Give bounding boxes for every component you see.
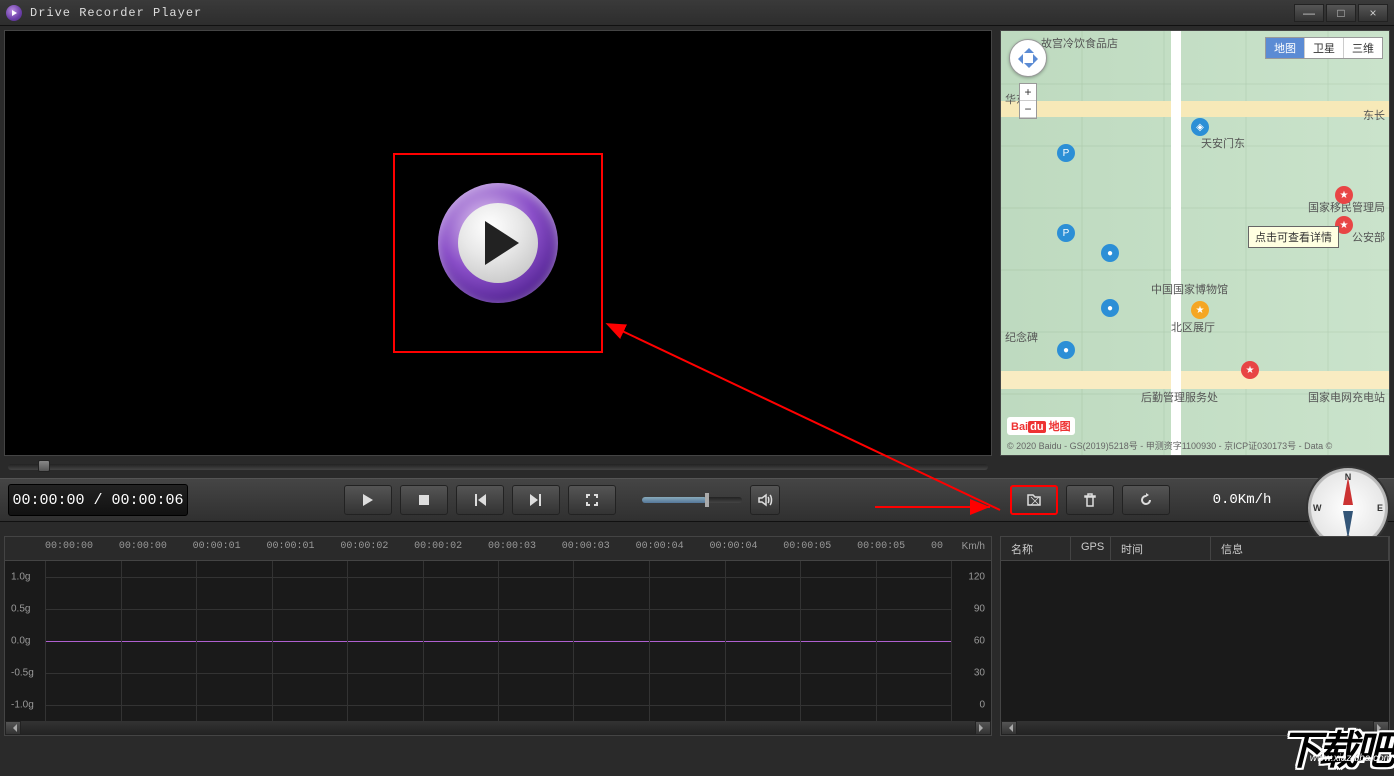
zoom-out-button[interactable]: − xyxy=(1020,101,1036,118)
play-logo-icon xyxy=(438,183,558,303)
stop-button[interactable] xyxy=(400,485,448,515)
speed-display: 0.0Km/h xyxy=(1196,492,1288,508)
poi-icon[interactable]: P xyxy=(1057,224,1075,242)
fullscreen-button[interactable] xyxy=(568,485,616,515)
video-player[interactable] xyxy=(4,30,992,456)
poi-icon[interactable]: ★ xyxy=(1191,301,1209,319)
seek-slider[interactable] xyxy=(8,464,988,470)
poi-icon[interactable]: ● xyxy=(1101,244,1119,262)
playlist-header: 名称 GPS 时间 信息 xyxy=(1001,537,1389,561)
map-label: 北区展厅 xyxy=(1171,319,1215,335)
poi-icon[interactable]: P xyxy=(1057,144,1075,162)
map-copyright: © 2020 Baidu - GS(2019)5218号 - 甲测资字11009… xyxy=(1007,439,1389,452)
next-button[interactable] xyxy=(512,485,560,515)
map-pan-control[interactable] xyxy=(1009,39,1047,77)
gsensor-time-labels: 00:00:00 00:00:00 00:00:01 00:00:01 00:0… xyxy=(45,541,943,552)
metro-icon[interactable]: ◈ xyxy=(1191,118,1209,136)
app-title: Drive Recorder Player xyxy=(30,6,202,20)
col-name[interactable]: 名称 xyxy=(1001,537,1071,560)
map-type-3d[interactable]: 三维 xyxy=(1343,38,1382,58)
map-poi-label: 故宫冷饮食品店 xyxy=(1041,35,1118,51)
prev-button[interactable] xyxy=(456,485,504,515)
map-type-satellite[interactable]: 卫星 xyxy=(1304,38,1343,58)
map-tooltip: 点击可查看详情 xyxy=(1248,226,1339,248)
watermark-url: www.xiazaiba.com xyxy=(1310,753,1392,764)
map-road-label: 东长 xyxy=(1363,107,1385,123)
watermark-text: 下载吧 xyxy=(1281,718,1392,776)
control-bar: 00:00:00 / 00:00:06 0.0Km/h xyxy=(0,478,1394,522)
scroll-left-button[interactable] xyxy=(1001,721,1017,735)
open-file-button[interactable] xyxy=(1010,485,1058,515)
map-museum-label: 中国国家博物馆 xyxy=(1151,281,1228,297)
volume-slider[interactable] xyxy=(642,497,742,503)
gsensor-kmh-label: Km/h xyxy=(962,541,985,552)
baidu-logo: Baidu 地图 xyxy=(1007,417,1075,435)
titlebar: Drive Recorder Player — □ × xyxy=(0,0,1394,26)
col-gps[interactable]: GPS xyxy=(1071,537,1111,560)
map-label: 纪念碑 xyxy=(1005,329,1038,345)
map-label: 国家电网充电站 xyxy=(1308,389,1385,405)
gsensor-scrollbar[interactable] xyxy=(5,721,991,735)
col-time[interactable]: 时间 xyxy=(1111,537,1211,560)
delete-button[interactable] xyxy=(1066,485,1114,515)
refresh-button[interactable] xyxy=(1122,485,1170,515)
poi-icon[interactable]: ★ xyxy=(1335,186,1353,204)
poi-icon[interactable]: ● xyxy=(1101,299,1119,317)
playlist-panel: 名称 GPS 时间 信息 xyxy=(1000,536,1390,736)
scroll-left-button[interactable] xyxy=(5,721,21,735)
maximize-button[interactable]: □ xyxy=(1326,4,1356,22)
time-display: 00:00:00 / 00:00:06 xyxy=(8,484,188,516)
app-icon xyxy=(6,5,22,21)
map-type-map[interactable]: 地图 xyxy=(1266,38,1304,58)
map-zoom-control[interactable]: + − xyxy=(1019,83,1037,119)
map-label: 公安部 xyxy=(1352,229,1385,245)
poi-icon[interactable]: ★ xyxy=(1241,361,1259,379)
playlist-body[interactable] xyxy=(1001,561,1389,721)
gsensor-chart: 00:00:00 00:00:00 00:00:01 00:00:01 00:0… xyxy=(4,536,992,736)
close-button[interactable]: × xyxy=(1358,4,1388,22)
map-label: 后勤管理服务处 xyxy=(1141,389,1218,405)
map-station-label: 天安门东 xyxy=(1201,135,1245,151)
zoom-in-button[interactable]: + xyxy=(1020,84,1036,101)
minimize-button[interactable]: — xyxy=(1294,4,1324,22)
seek-thumb[interactable] xyxy=(38,460,50,472)
map-panel[interactable]: 故宫冷饮食品店 东长 华东 天安门东 中国国家博物馆 北区展厅 纪念碑 后勤管理… xyxy=(1000,30,1390,456)
poi-icon[interactable]: ● xyxy=(1057,341,1075,359)
col-info[interactable]: 信息 xyxy=(1211,537,1389,560)
volume-icon[interactable] xyxy=(750,485,780,515)
scroll-right-button[interactable] xyxy=(975,721,991,735)
map-type-tabs: 地图 卫星 三维 xyxy=(1265,37,1383,59)
play-button[interactable] xyxy=(344,485,392,515)
